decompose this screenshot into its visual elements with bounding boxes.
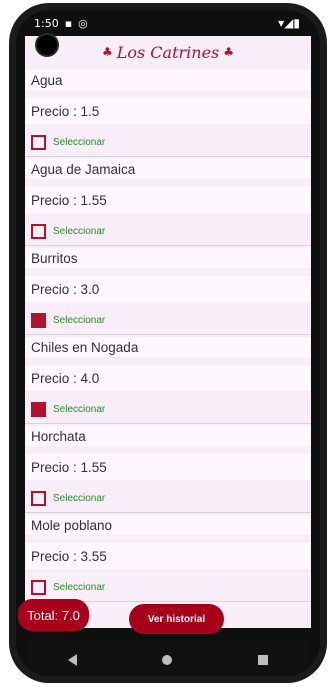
app-title-text: Los Catrines — [116, 42, 220, 62]
app-title: ♣ Los Catrines ♣ — [102, 43, 234, 62]
product-list[interactable]: Agua Precio : 1.5 Seleccionar Agua de Ja… — [25, 70, 311, 602]
phone-frame: 1:50 ▪ ◎ ▾◢▮ ♣ Los Catrines ♣ Agua Preci… — [9, 3, 327, 683]
product-price: Precio : 1.55 — [25, 187, 311, 213]
list-item: Chiles en Nogada Precio : 4.0 Selecciona… — [25, 337, 311, 424]
product-name: Agua de Jamaica — [25, 159, 311, 179]
product-name: Chiles en Nogada — [25, 337, 311, 357]
select-label[interactable]: Seleccionar — [53, 226, 105, 237]
status-time: 1:50 — [34, 16, 59, 30]
checkbox-icon[interactable] — [31, 579, 46, 595]
select-label[interactable]: Seleccionar — [53, 315, 105, 326]
select-label[interactable]: Seleccionar — [53, 493, 105, 504]
select-checkbox-row[interactable]: Seleccionar — [25, 395, 311, 423]
total-button[interactable]: Total: 7.0 — [18, 599, 89, 631]
list-item: Burritos Precio : 3.0 Seleccionar — [25, 248, 311, 335]
select-checkbox-row[interactable]: Seleccionar — [25, 573, 311, 601]
android-nav-bar — [25, 640, 311, 676]
product-price: Precio : 1.5 — [25, 98, 311, 124]
app-header: ♣ Los Catrines ♣ — [25, 36, 311, 68]
status-left: 1:50 ▪ ◎ — [34, 17, 88, 30]
phone-screen: 1:50 ▪ ◎ ▾◢▮ ♣ Los Catrines ♣ Agua Preci… — [16, 10, 320, 676]
list-item: Horchata Precio : 1.55 Seleccionar — [25, 426, 311, 513]
product-name: Burritos — [25, 248, 311, 268]
select-checkbox-row[interactable]: Seleccionar — [25, 484, 311, 512]
checkbox-checked-icon[interactable] — [31, 312, 46, 328]
sync-icon: ◎ — [78, 16, 88, 30]
checkbox-icon[interactable] — [31, 134, 46, 150]
notification-icon: ▪ — [64, 16, 73, 30]
checkbox-icon[interactable] — [31, 223, 46, 239]
status-icons: ▾◢▮ — [278, 16, 300, 30]
product-price: Precio : 1.55 — [25, 454, 311, 480]
recent-apps-icon[interactable] — [258, 655, 269, 665]
list-item: Agua de Jamaica Precio : 1.55 Selecciona… — [25, 159, 311, 246]
product-name: Mole poblano — [25, 515, 311, 535]
product-price: Precio : 3.0 — [25, 276, 311, 302]
product-price: Precio : 3.55 — [25, 543, 311, 569]
select-label[interactable]: Seleccionar — [53, 137, 105, 148]
select-checkbox-row[interactable]: Seleccionar — [25, 217, 311, 245]
back-icon[interactable] — [67, 654, 77, 666]
app-screen: ♣ Los Catrines ♣ Agua Precio : 1.5 Selec… — [25, 36, 311, 628]
camera-icon — [35, 33, 59, 57]
status-bar: 1:50 ▪ ◎ ▾◢▮ — [16, 10, 320, 36]
select-checkbox-row[interactable]: Seleccionar — [25, 128, 311, 156]
checkbox-checked-icon[interactable] — [31, 401, 46, 417]
select-checkbox-row[interactable]: Seleccionar — [25, 306, 311, 334]
home-icon[interactable] — [162, 655, 173, 665]
select-label[interactable]: Seleccionar — [53, 582, 105, 593]
product-name: Agua — [25, 70, 311, 90]
cherry-icon: ♣ — [101, 45, 113, 59]
history-button[interactable]: Ver historial — [129, 604, 224, 634]
product-price: Precio : 4.0 — [25, 365, 311, 391]
select-label[interactable]: Seleccionar — [53, 404, 105, 415]
cherry-icon: ♣ — [223, 45, 235, 59]
product-name: Horchata — [25, 426, 311, 446]
list-item: Mole poblano Precio : 3.55 Seleccionar — [25, 515, 311, 602]
list-item: Agua Precio : 1.5 Seleccionar — [25, 70, 311, 157]
checkbox-icon[interactable] — [31, 490, 46, 506]
